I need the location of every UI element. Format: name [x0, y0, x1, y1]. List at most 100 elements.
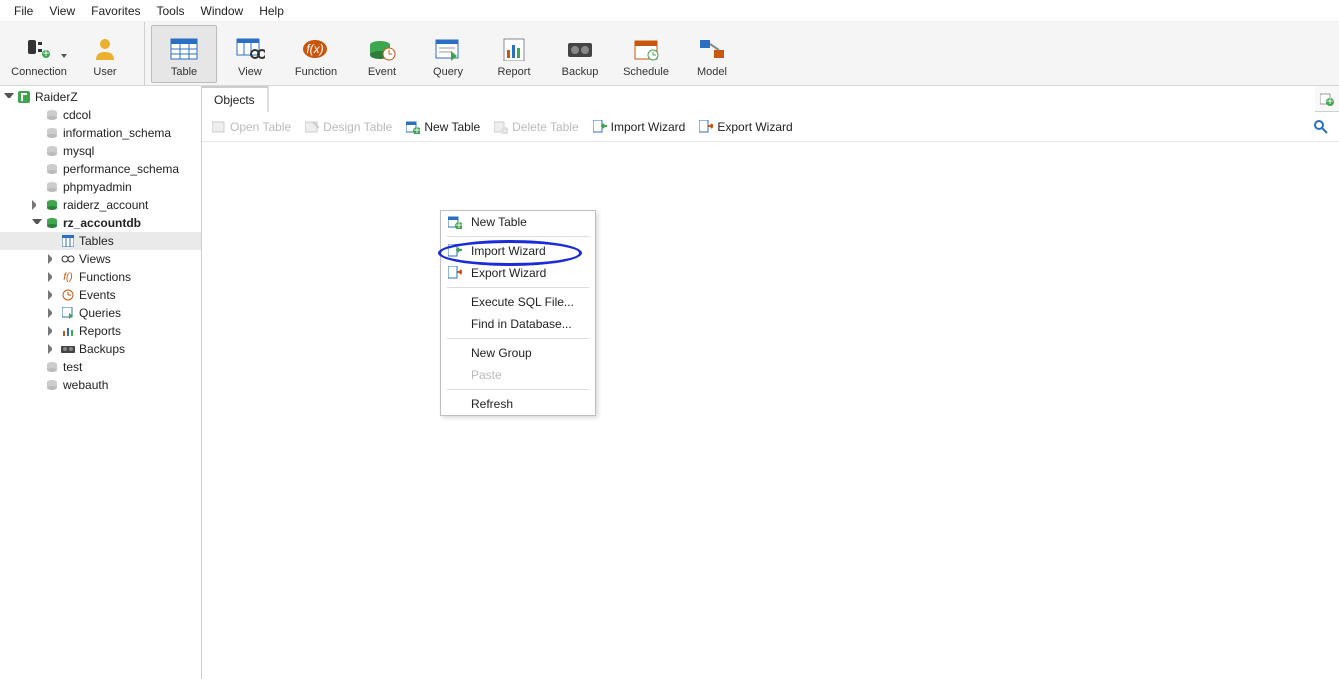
- tree-db-label: cdcol: [63, 108, 91, 122]
- user-button[interactable]: User: [72, 25, 138, 83]
- event-label: Event: [368, 66, 396, 78]
- tree-folder-label: Reports: [79, 324, 121, 338]
- ctx-refresh[interactable]: Refresh: [441, 393, 595, 415]
- database-icon: [44, 162, 60, 176]
- tree-db-information-schema[interactable]: information_schema: [0, 124, 201, 142]
- tree-db-raiderz-account[interactable]: raiderz_account: [0, 196, 201, 214]
- action-label: Design Table: [323, 120, 392, 134]
- view-label: View: [238, 66, 262, 78]
- view-button[interactable]: View: [217, 25, 283, 83]
- database-icon: [44, 144, 60, 158]
- ctx-execute-sql[interactable]: Execute SQL File...: [441, 291, 595, 313]
- tree-db-rz-accountdb[interactable]: rz_accountdb: [0, 214, 201, 232]
- tree-folder-label: Backups: [79, 342, 125, 356]
- ctx-find-in-database[interactable]: Find in Database...: [441, 313, 595, 335]
- delete-table-button[interactable]: - Delete Table: [488, 118, 585, 136]
- tab-objects[interactable]: Objects: [202, 86, 268, 112]
- table-button[interactable]: Table: [151, 25, 217, 83]
- connection-button[interactable]: + Connection: [6, 25, 72, 83]
- separator: [447, 338, 589, 339]
- design-table-icon: [305, 120, 319, 134]
- export-icon: [699, 120, 713, 134]
- tree-db-webauth[interactable]: webauth: [0, 376, 201, 394]
- tree-db-label: raiderz_account: [63, 198, 148, 212]
- connection-icon: [16, 90, 32, 104]
- event-button[interactable]: Event: [349, 25, 415, 83]
- schedule-icon: [628, 34, 664, 64]
- blank-icon: [447, 345, 463, 361]
- tree-folder-queries[interactable]: Queries: [0, 304, 201, 322]
- function-button[interactable]: f(x) Function: [283, 25, 349, 83]
- svg-text:+: +: [42, 46, 49, 60]
- action-label: Import Wizard: [611, 120, 686, 134]
- new-table-button[interactable]: + New Table: [400, 118, 486, 136]
- menu-favorites[interactable]: Favorites: [83, 2, 148, 20]
- menu-file[interactable]: File: [6, 2, 41, 20]
- tree-db-label: webauth: [63, 378, 108, 392]
- ctx-import-wizard[interactable]: Import Wizard: [441, 240, 595, 262]
- menu-view[interactable]: View: [41, 2, 83, 20]
- tree-db-cdcol[interactable]: cdcol: [0, 106, 201, 124]
- export-wizard-button[interactable]: Export Wizard: [693, 118, 798, 136]
- svg-text:+: +: [414, 123, 421, 134]
- ctx-label: Paste: [471, 368, 502, 382]
- menu-tools[interactable]: Tools: [149, 2, 193, 20]
- schedule-button[interactable]: Schedule: [613, 25, 679, 83]
- separator: [447, 287, 589, 288]
- ctx-export-wizard[interactable]: Export Wizard: [441, 262, 595, 284]
- tree-folder-reports[interactable]: Reports: [0, 322, 201, 340]
- menu-bar: File View Favorites Tools Window Help: [0, 0, 1339, 22]
- events-icon: [60, 288, 76, 302]
- menu-window[interactable]: Window: [193, 2, 252, 20]
- tree-folder-functions[interactable]: f()Functions: [0, 268, 201, 286]
- plug-icon: +: [21, 34, 57, 64]
- tree-folder-events[interactable]: Events: [0, 286, 201, 304]
- user-icon: [87, 34, 123, 64]
- search-icon: [1313, 119, 1329, 135]
- views-icon: [60, 252, 76, 266]
- user-label: User: [93, 66, 116, 78]
- expand-icon: [48, 308, 58, 318]
- search-button[interactable]: [1307, 117, 1335, 137]
- report-button[interactable]: Report: [481, 25, 547, 83]
- ctx-new-table[interactable]: + New Table: [441, 211, 595, 233]
- database-active-icon: [44, 216, 60, 230]
- tree-folder-tables[interactable]: Tables: [0, 232, 201, 250]
- database-icon: [44, 108, 60, 122]
- ctx-label: Export Wizard: [471, 266, 546, 280]
- database-icon: [44, 378, 60, 392]
- ctx-label: Refresh: [471, 397, 513, 411]
- tree-folder-views[interactable]: Views: [0, 250, 201, 268]
- action-bar: Open Table Design Table + New Table - De…: [202, 112, 1339, 142]
- tree-db-performance-schema[interactable]: performance_schema: [0, 160, 201, 178]
- tree-folder-label: Events: [79, 288, 116, 302]
- event-icon: [364, 34, 400, 64]
- tree-db-label: performance_schema: [63, 162, 179, 176]
- function-icon: f(x): [298, 34, 334, 64]
- tree-db-phpmyadmin[interactable]: phpmyadmin: [0, 178, 201, 196]
- blank-icon: [447, 367, 463, 383]
- separator: [447, 236, 589, 237]
- tree-db-mysql[interactable]: mysql: [0, 142, 201, 160]
- tree-db-test[interactable]: test: [0, 358, 201, 376]
- open-table-button[interactable]: Open Table: [206, 118, 297, 136]
- design-table-button[interactable]: Design Table: [299, 118, 398, 136]
- report-label: Report: [497, 66, 530, 78]
- tree-connection[interactable]: RaiderZ: [0, 88, 201, 106]
- import-wizard-button[interactable]: Import Wizard: [587, 118, 692, 136]
- model-button[interactable]: Model: [679, 25, 745, 83]
- svg-text:-: -: [503, 123, 507, 134]
- add-tab-button[interactable]: +: [1315, 92, 1339, 106]
- query-button[interactable]: Query: [415, 25, 481, 83]
- menu-help[interactable]: Help: [251, 2, 292, 20]
- ctx-label: New Group: [471, 346, 532, 360]
- tables-icon: [60, 234, 76, 248]
- expand-icon: [48, 344, 58, 354]
- tree-folder-backups[interactable]: Backups: [0, 340, 201, 358]
- main-area: RaiderZ cdcol information_schema mysql p…: [0, 86, 1339, 679]
- connection-label: Connection: [11, 66, 67, 78]
- backup-button[interactable]: Backup: [547, 25, 613, 83]
- tree-db-label: mysql: [63, 144, 94, 158]
- ctx-new-group[interactable]: New Group: [441, 342, 595, 364]
- functions-icon: f(): [60, 270, 76, 284]
